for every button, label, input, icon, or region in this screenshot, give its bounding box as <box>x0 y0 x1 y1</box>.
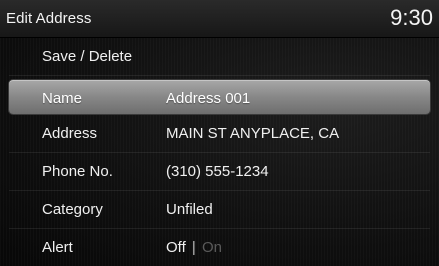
category-item[interactable]: Category Unfiled <box>9 191 430 229</box>
alert-on-option[interactable]: On <box>202 239 222 256</box>
name-label: Name <box>42 90 83 107</box>
phone-value: (310) 555-1234 <box>166 163 269 180</box>
alert-off-option[interactable]: Off <box>166 239 186 256</box>
address-value: MAIN ST ANYPLACE, CA <box>166 125 340 142</box>
alert-toggle[interactable]: Off | On <box>166 239 222 256</box>
save-delete-item[interactable]: Save / Delete <box>9 38 430 76</box>
alert-label: Alert <box>42 239 73 256</box>
phone-item[interactable]: Phone No. (310) 555-1234 <box>9 153 430 191</box>
title-bar: Edit Address 9:30 <box>0 0 439 38</box>
phone-label: Phone No. <box>42 163 113 180</box>
edit-address-screen: Edit Address 9:30 Save / Delete Name Add… <box>0 0 439 266</box>
address-item[interactable]: Address MAIN ST ANYPLACE, CA <box>9 115 430 153</box>
save-delete-label: Save / Delete <box>42 48 133 65</box>
category-value: Unfiled <box>166 201 213 218</box>
alert-separator: | <box>191 239 196 256</box>
alert-item[interactable]: Alert Off | On <box>9 229 430 266</box>
name-value: Address 001 <box>166 90 251 107</box>
screen-title: Edit Address <box>6 10 92 27</box>
address-label: Address <box>42 125 98 142</box>
clock: 9:30 <box>390 5 433 30</box>
name-item[interactable]: Name Address 001 <box>9 80 430 114</box>
category-label: Category <box>42 201 103 218</box>
